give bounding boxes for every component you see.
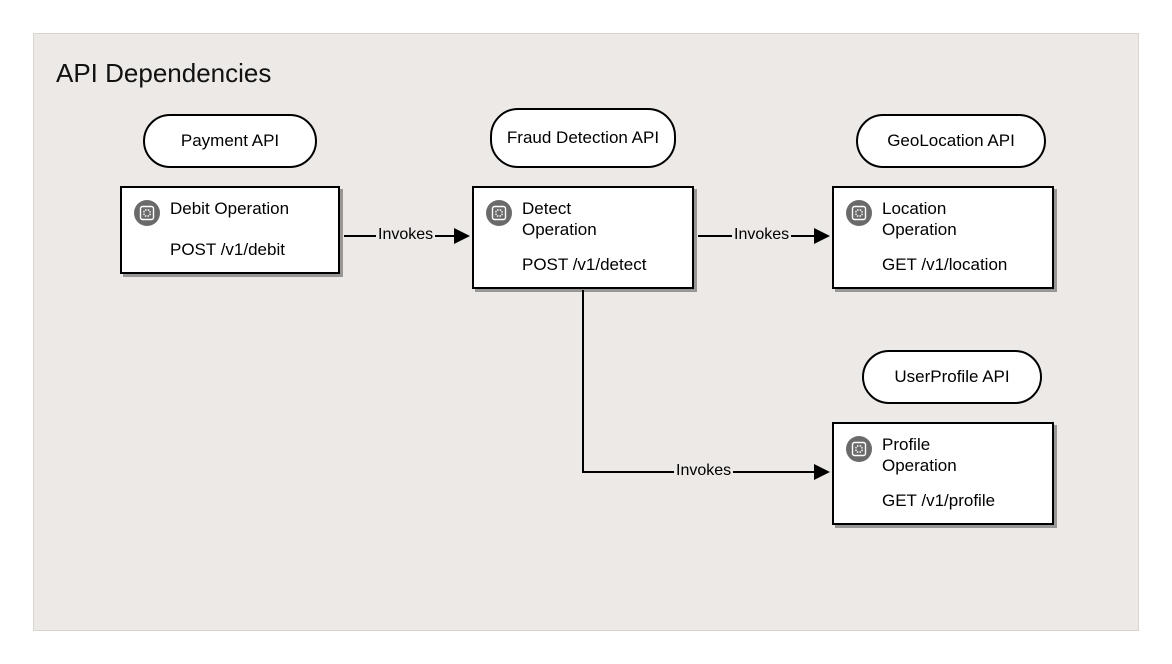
operation-name: Location Operation [882, 198, 1002, 241]
operation-icon [134, 200, 160, 226]
operation-node-profile: Profile Operation GET /v1/profile [832, 422, 1054, 525]
operation-name: Detect Operation [522, 198, 642, 241]
edge-label-detect-location: Invokes [732, 226, 791, 244]
operation-endpoint: GET /v1/profile [882, 491, 1040, 511]
api-label: Fraud Detection API [507, 128, 659, 148]
diagram-canvas: API Dependencies Payment API Fraud Detec… [33, 33, 1139, 631]
operation-endpoint: POST /v1/detect [522, 255, 680, 275]
operation-node-debit: Debit Operation POST /v1/debit [120, 186, 340, 274]
operation-endpoint: POST /v1/debit [170, 240, 326, 260]
edge-label-debit-detect: Invokes [376, 226, 435, 244]
api-node-geo: GeoLocation API [856, 114, 1046, 168]
operation-icon [486, 200, 512, 226]
operation-icon [846, 200, 872, 226]
diagram-title: API Dependencies [56, 58, 271, 89]
operation-name: Profile Operation [882, 434, 1002, 477]
api-label: Payment API [181, 131, 279, 151]
operation-name: Debit Operation [170, 198, 289, 219]
api-node-payment: Payment API [143, 114, 317, 168]
api-node-userprofile: UserProfile API [862, 350, 1042, 404]
operation-node-detect: Detect Operation POST /v1/detect [472, 186, 694, 289]
edge-label-detect-profile: Invokes [674, 462, 733, 480]
api-node-fraud: Fraud Detection API [490, 108, 676, 168]
operation-endpoint: GET /v1/location [882, 255, 1040, 275]
api-label: GeoLocation API [887, 131, 1015, 151]
operation-icon [846, 436, 872, 462]
api-label: UserProfile API [894, 367, 1009, 387]
operation-node-location: Location Operation GET /v1/location [832, 186, 1054, 289]
